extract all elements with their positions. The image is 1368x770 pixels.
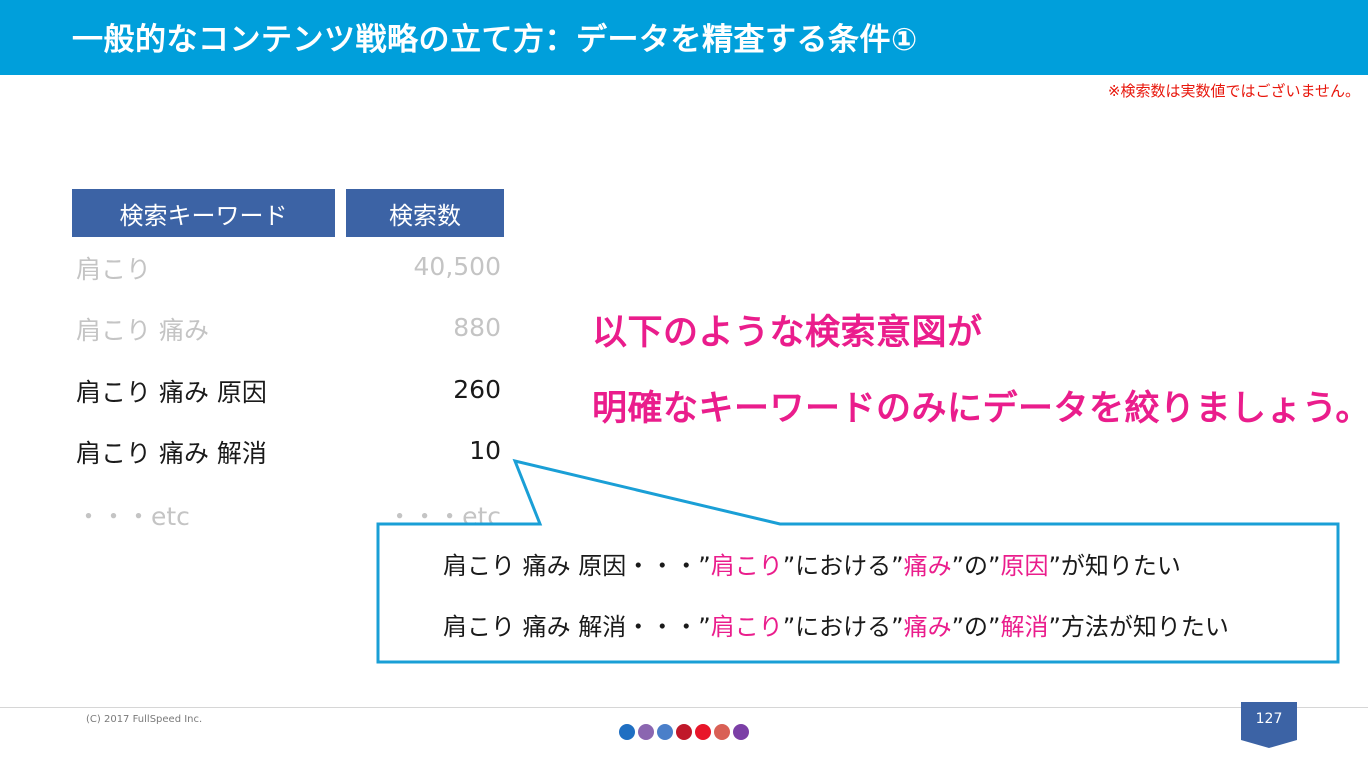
brand-dot-icon — [695, 724, 711, 740]
brand-dot-icon — [714, 724, 730, 740]
copyright: (C) 2017 FullSpeed Inc. — [86, 714, 203, 725]
brand-dot-icon — [657, 724, 673, 740]
brand-dot-icon — [638, 724, 654, 740]
brand-dot-icon — [619, 724, 635, 740]
callout-line-cause: 肩こり 痛み 原因・・・”肩こり”における”痛み”の”原因”が知りたい — [443, 552, 1181, 580]
brand-dots — [619, 724, 749, 740]
callout-line-solution: 肩こり 痛み 解消・・・”肩こり”における”痛み”の”解消”方法が知りたい — [443, 613, 1229, 641]
callout-box — [376, 458, 1340, 664]
page-number: 127 — [1255, 711, 1283, 727]
brand-dot-icon — [733, 724, 749, 740]
brand-dot-icon — [676, 724, 692, 740]
footer-divider — [0, 707, 1368, 708]
